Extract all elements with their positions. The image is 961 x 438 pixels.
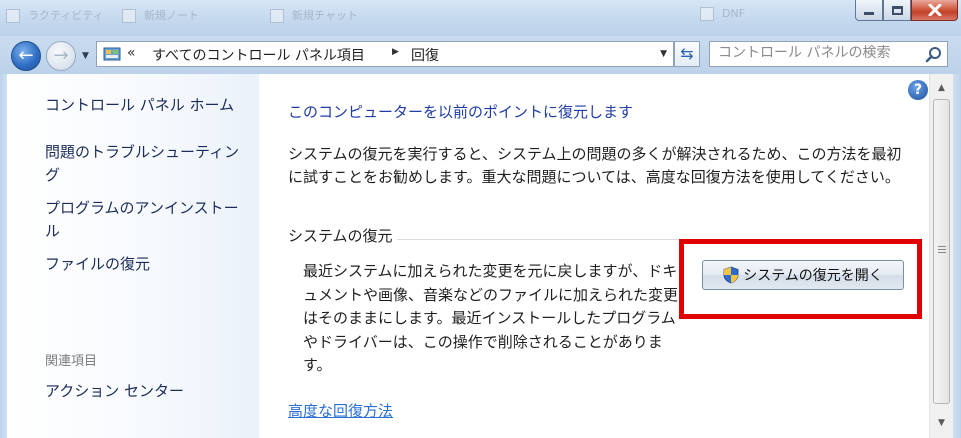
maximize-icon (891, 5, 903, 15)
sidebar-item-uninstall-program[interactable]: プログラムのアンインストール (45, 197, 250, 243)
refresh-icon: ⇆ (680, 44, 694, 63)
chevron-right-icon[interactable]: ▶ (392, 47, 399, 57)
note-icon (122, 9, 136, 23)
sidebar-item-file-restore[interactable]: ファイルの復元 (45, 253, 250, 276)
scroll-up-button[interactable]: ▲ (933, 80, 950, 97)
address-dropdown-button[interactable]: ▼ (660, 49, 667, 59)
help-icon[interactable]: ? (908, 80, 928, 100)
back-button[interactable]: ← (11, 41, 41, 71)
title-bar: ラクティビティ 新規ノート 新規チャット DNF (0, 0, 961, 36)
grip-icon (938, 246, 946, 253)
arrow-left-icon: ← (18, 45, 34, 66)
section-title-system-restore: システムの復元 (288, 227, 393, 245)
uac-shield-icon (723, 266, 739, 284)
scroll-down-button[interactable]: ▼ (933, 415, 950, 432)
taskbar-ghost-item: 新規ノート (122, 7, 199, 23)
recent-pages-dropdown[interactable]: ▼ (82, 51, 89, 61)
section-description: 最近システムに加えられた変更を元に戻しますが、ドキュメントや画像、音楽などのファ… (303, 262, 679, 374)
sidebar: コントロール パネル ホーム 問題のトラブルシューティング プログラムのアンイン… (7, 74, 259, 438)
taskbar-ghost-item: DNF (700, 7, 745, 21)
sidebar-related-heading: 関連項目 (45, 354, 98, 369)
page-description: システムの復元を実行すると、システム上の問題の多くが解決されるため、この方法を最… (288, 145, 902, 186)
taskbar-ghost-item: ラクティビティ (6, 7, 104, 23)
breadcrumb-overflow[interactable]: « (127, 45, 136, 61)
navigation-bar: ← → ▼ « すべてのコントロール パネル項目 ▶ 回復 ▼ ⇆ (0, 36, 961, 74)
main-content: ? このコンピューターを以前のポイントに復元します システムの復元を実行すると、… (259, 74, 929, 438)
minimize-icon (864, 11, 874, 15)
search-input[interactable] (718, 45, 918, 61)
arrow-right-icon: → (53, 45, 69, 66)
vertical-scrollbar[interactable]: ▲ ▼ (929, 74, 953, 438)
forward-button[interactable]: → (46, 41, 76, 71)
minimize-button[interactable] (855, 0, 883, 21)
control-panel-icon (103, 47, 121, 61)
maximize-button[interactable] (883, 0, 911, 21)
page-title: このコンピューターを以前のポイントに復元します (288, 103, 634, 121)
sidebar-item-action-center[interactable]: アクション センター (45, 380, 250, 403)
address-bar[interactable]: « すべてのコントロール パネル項目 ▶ 回復 ▼ (96, 41, 674, 67)
search-icon[interactable] (925, 46, 942, 63)
breadcrumb-recovery[interactable]: 回復 (411, 45, 439, 65)
sidebar-item-troubleshooting[interactable]: 問題のトラブルシューティング (45, 141, 250, 187)
chat-icon (270, 9, 284, 23)
open-system-restore-button[interactable]: システムの復元を開く (702, 260, 904, 290)
close-button[interactable] (911, 0, 958, 21)
refresh-button[interactable]: ⇆ (674, 41, 700, 67)
status-icon (700, 7, 714, 21)
restore-button-label: システムの復元を開く (743, 268, 883, 284)
sidebar-item-control-panel-home[interactable]: コントロール パネル ホーム (45, 94, 250, 117)
taskbar-ghost-item: 新規チャット (270, 7, 358, 23)
app-icon (6, 9, 20, 23)
close-icon (928, 4, 941, 16)
scroll-thumb[interactable] (933, 99, 950, 404)
breadcrumb-all-items[interactable]: すべてのコントロール パネル項目 (152, 45, 365, 65)
window-frame-left (0, 74, 7, 438)
window-frame-right (953, 74, 961, 438)
advanced-recovery-link[interactable]: 高度な回復方法 (288, 400, 393, 421)
window-controls (855, 0, 958, 22)
search-box (709, 41, 948, 67)
